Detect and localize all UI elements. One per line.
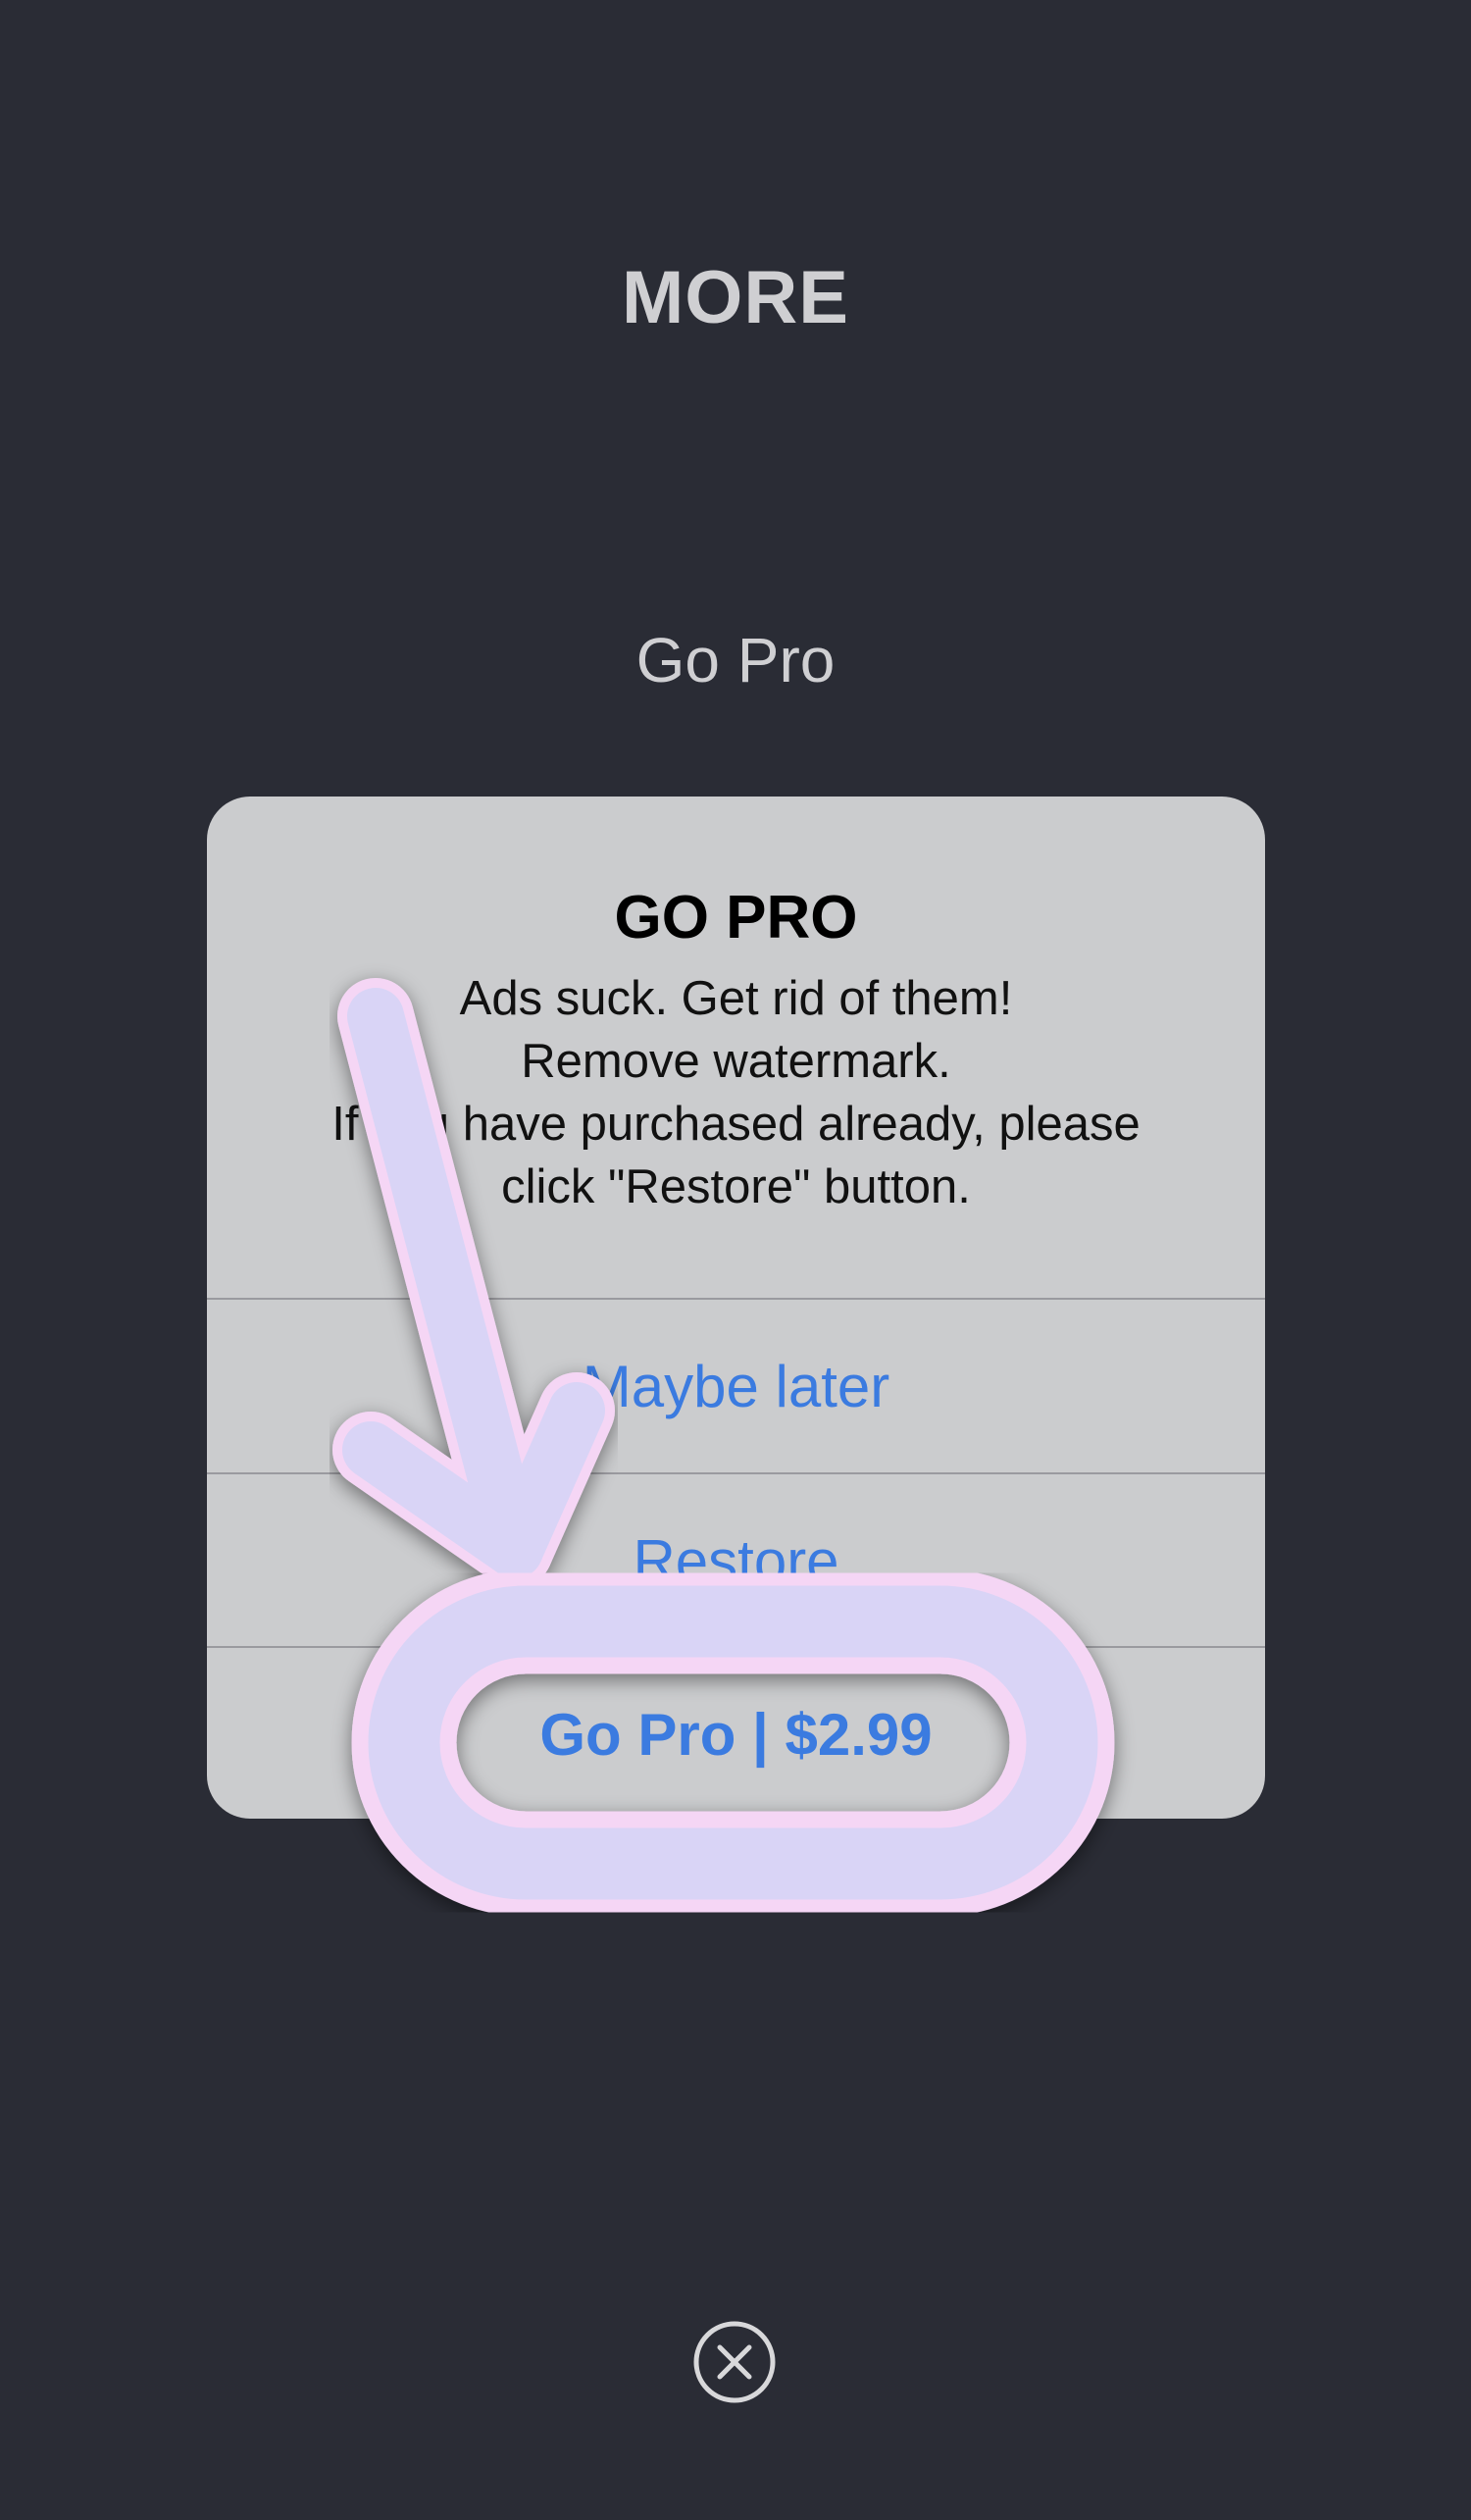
- dialog-message-line: If you have purchased already, please: [331, 1098, 1141, 1151]
- restore-button[interactable]: Restore: [207, 1472, 1265, 1646]
- go-pro-purchase-button[interactable]: Go Pro | $2.99: [207, 1646, 1265, 1819]
- menu-item-go-pro[interactable]: Go Pro: [0, 624, 1471, 696]
- dialog-message-line: Ads suck. Get rid of them!: [459, 972, 1013, 1025]
- dialog-title: GO PRO: [614, 884, 858, 951]
- close-circle-icon[interactable]: [692, 2320, 777, 2404]
- maybe-later-button[interactable]: Maybe later: [207, 1298, 1265, 1471]
- dialog-message: Ads suck. Get rid of them! Remove waterm…: [246, 967, 1226, 1218]
- dialog-message-line: click "Restore" button.: [501, 1160, 971, 1213]
- dialog-message-line: Remove watermark.: [521, 1035, 951, 1088]
- page-title: MORE: [622, 256, 849, 339]
- go-pro-dialog: GO PRO Ads suck. Get rid of them! Remove…: [207, 797, 1265, 1819]
